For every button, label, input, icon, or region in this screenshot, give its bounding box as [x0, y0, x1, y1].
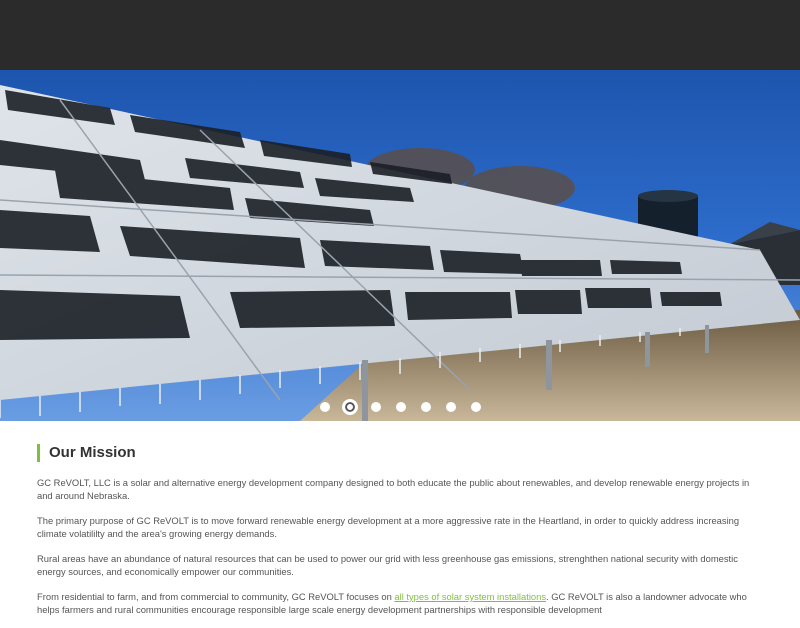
site-header [0, 0, 800, 70]
mission-paragraph-2: The primary purpose of GC ReVOLT is to m… [37, 515, 740, 539]
mission-heading: Our Mission [37, 444, 763, 462]
slider-pagination [0, 399, 800, 415]
slide-dot-1[interactable] [319, 402, 330, 412]
solar-panels-image [0, 70, 800, 421]
mission-paragraph-4: From residential to farm, and from comme… [37, 590, 763, 616]
slide-dot-4[interactable] [395, 402, 406, 412]
slide-dot-3[interactable] [370, 402, 381, 412]
slide-dot-5[interactable] [420, 402, 431, 412]
slide-dot-6[interactable] [445, 402, 456, 412]
slide-dot-7[interactable] [470, 402, 481, 412]
slide-dot-2[interactable] [342, 399, 358, 415]
mission-paragraph-4-text-a: From residential to farm, and from comme… [37, 591, 395, 602]
mission-paragraph-3: Rural areas have an abundance of natural… [37, 553, 738, 577]
hero-slider [0, 70, 800, 421]
mission-paragraph-1: GC ReVOLT, LLC is a solar and alternativ… [37, 477, 750, 501]
solar-installations-link[interactable]: all types of solar system installations [394, 591, 546, 602]
